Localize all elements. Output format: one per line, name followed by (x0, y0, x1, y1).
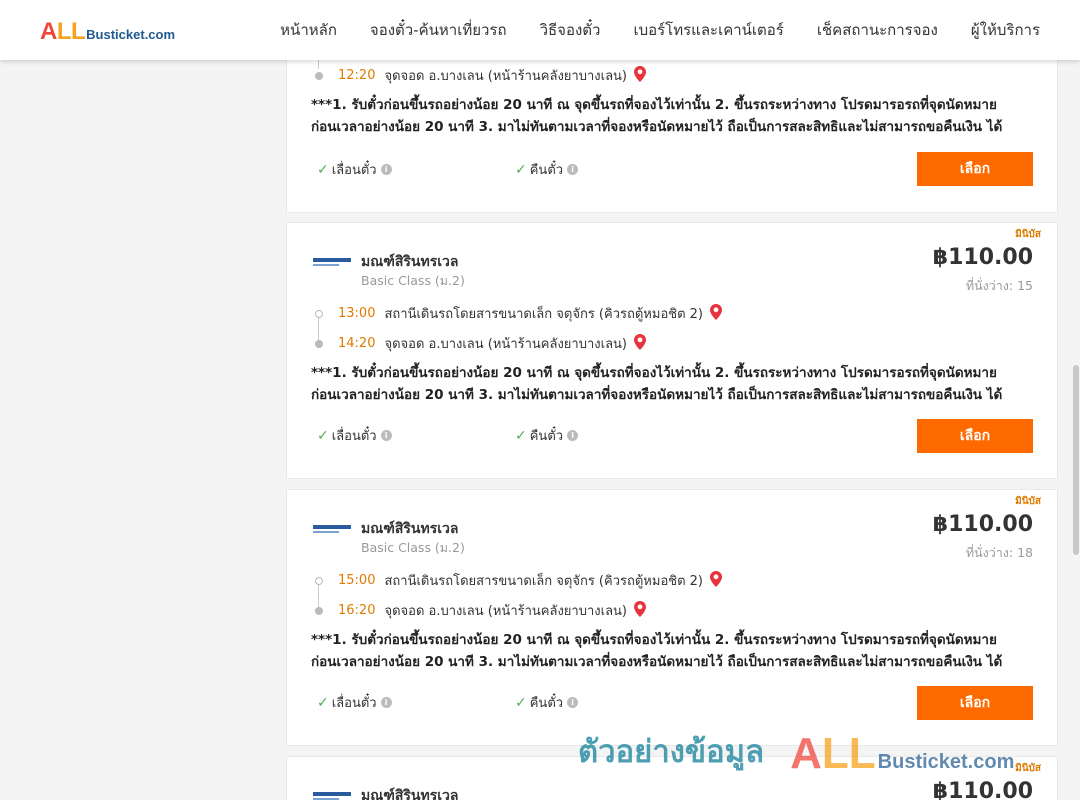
arrival-stop: 16:20 จุดจอด อ.บางเลน (หน้าร้านคลังยาบาง… (315, 600, 646, 621)
departure-stop: 15:00 สถานีเดินรถโดยสารขนาดเล็ก จตุจักร … (315, 570, 722, 591)
arrival-dot (315, 339, 323, 348)
check-icon: ✓ (317, 427, 329, 444)
arrival-time: 16:20 (338, 603, 376, 618)
info-icon[interactable]: i (380, 697, 392, 708)
site-logo[interactable]: ALL Busticket.com (40, 18, 175, 46)
operator-row: มณฑ์สิรินทรเวล (313, 785, 458, 800)
note-line-1: ***1. รับตั๋วก่อนขึ้นรถอย่างน้อย 20 นาที… (311, 632, 997, 648)
arrival-place: จุดจอด อ.บางเลน (หน้าร้านคลังยาบางเลน) (384, 69, 627, 84)
note-line-1: ***1. รับตั๋วก่อนขึ้นรถอย่างน้อย 20 นาที… (311, 365, 997, 381)
arrival-place: จุดจอด อ.บางเลน (หน้าร้านคลังยาบางเลน) (384, 604, 627, 619)
arrival-stop: 12:20 จุดจอด อ.บางเลน (หน้าร้านคลังยาบาง… (315, 65, 646, 86)
operator-name: มณฑ์สิรินทรเวล (361, 521, 459, 537)
watermark-thai-text: ตัวอย่างข้อมูล (578, 734, 765, 770)
nav-phone-counters[interactable]: เบอร์โทรและเคาน์เตอร์ (633, 18, 783, 42)
top-navbar: ALL Busticket.com หน้าหลัก จองตั๋ว-ค้นหา… (0, 0, 1080, 60)
info-icon[interactable]: i (567, 697, 579, 708)
refund-label: คืนตั๋ว (529, 163, 564, 178)
departure-dot (315, 576, 323, 585)
operator-logo (313, 789, 353, 800)
note-line-2: ก่อนเวลาอย่างน้อย 20 นาที 3. มาไม่ทันตาม… (311, 387, 1003, 403)
departure-dot (315, 309, 323, 318)
reschedule-label: เลื่อนตั๋ว (331, 696, 377, 711)
operator-name: มณฑ์สิรินทรเวล (361, 254, 459, 270)
nav-how-to-book[interactable]: วิธีจองตั๋ว (540, 18, 601, 42)
trip-card: มินิบัส มณฑ์สิรินทรเวล Basic Class (ม.2)… (286, 222, 1058, 479)
departure-time: 15:00 (338, 573, 376, 588)
nav-book-search[interactable]: จองตั๋ว-ค้นหาเที่ยวรถ (370, 18, 507, 42)
check-icon: ✓ (317, 161, 329, 178)
operator-name: มณฑ์สิรินทรเวล (361, 788, 459, 800)
page-scrollbar-thumb[interactable] (1073, 365, 1079, 555)
check-icon: ✓ (317, 694, 329, 711)
map-pin-icon[interactable] (710, 570, 722, 591)
refund-feature: ✓ คืนตั๋ว i (515, 159, 579, 180)
nav-check-booking[interactable]: เช็คสถานะการจอง (817, 18, 938, 42)
reschedule-label: เลื่อนตั๋ว (331, 163, 377, 178)
nav-operators[interactable]: ผู้ให้บริการ (971, 18, 1040, 42)
note-line-2: ก่อนเวลาอย่างน้อย 20 นาที 3. มาไม่ทันตาม… (311, 119, 1003, 135)
vehicle-type-tag: มินิบัส (1015, 229, 1041, 240)
departure-stop: 13:00 สถานีเดินรถโดยสารขนาดเล็ก จตุจักร … (315, 303, 722, 324)
check-icon: ✓ (515, 161, 527, 178)
select-trip-button[interactable]: เลือก (917, 152, 1033, 186)
arrival-dot (315, 606, 323, 615)
departure-place: สถานีเดินรถโดยสารขนาดเล็ก จตุจักร (คิวรถ… (384, 307, 703, 322)
arrival-stop: 14:20 จุดจอด อ.บางเลน (หน้าร้านคลังยาบาง… (315, 333, 646, 354)
info-icon[interactable]: i (567, 430, 579, 441)
info-icon[interactable]: i (567, 164, 579, 175)
refund-feature: ✓ คืนตั๋ว i (515, 425, 579, 446)
bus-class: Basic Class (ม.2) (361, 273, 465, 288)
reschedule-feature: ✓ เลื่อนตั๋ว i (317, 425, 392, 446)
logo-domain-text: Busticket.com (86, 27, 176, 42)
map-pin-icon[interactable] (634, 65, 646, 86)
reschedule-label: เลื่อนตั๋ว (331, 429, 377, 444)
arrival-dot (315, 71, 323, 80)
trip-note: ***1. รับตั๋วก่อนขึ้นรถอย่างน้อย 20 นาที… (311, 94, 1037, 138)
operator-row: มณฑ์สิรินทรเวล (313, 518, 458, 540)
seats-available: ที่นั่งว่าง: 18 (965, 545, 1033, 560)
note-line-1: ***1. รับตั๋วก่อนขึ้นรถอย่างน้อย 20 นาที… (311, 97, 997, 113)
nav-home[interactable]: หน้าหลัก (280, 18, 337, 42)
logo-all-text: ALL (40, 18, 86, 45)
departure-place: สถานีเดินรถโดยสารขนาดเล็ก จตุจักร (คิวรถ… (384, 574, 703, 589)
departure-time: 13:00 (338, 306, 376, 321)
note-line-2: ก่อนเวลาอย่างน้อย 20 นาที 3. มาไม่ทันตาม… (311, 654, 1003, 670)
arrival-time: 14:20 (338, 336, 376, 351)
watermark-logo-domain: Busticket.com (877, 751, 1015, 773)
map-pin-icon[interactable] (634, 600, 646, 621)
refund-label: คืนตั๋ว (529, 696, 564, 711)
select-trip-button[interactable]: เลือก (917, 419, 1033, 453)
vehicle-type-tag: มินิบัส (1015, 763, 1041, 774)
operator-logo (313, 255, 353, 269)
arrival-place: จุดจอด อ.บางเลน (หน้าร้านคลังยาบางเลน) (384, 337, 627, 352)
reschedule-feature: ✓ เลื่อนตั๋ว i (317, 159, 392, 180)
trip-note: ***1. รับตั๋วก่อนขึ้นรถอย่างน้อย 20 นาที… (311, 362, 1037, 406)
main-nav: หน้าหลัก จองตั๋ว-ค้นหาเที่ยวรถ วิธีจองตั… (247, 0, 1040, 60)
sample-data-watermark: ตัวอย่างข้อมูล ALL Busticket.com (578, 726, 1014, 776)
vehicle-type-tag: มินิบัส (1015, 496, 1041, 507)
map-pin-icon[interactable] (710, 303, 722, 324)
refund-feature: ✓ คืนตั๋ว i (515, 692, 579, 713)
ticket-price: ฿110.00 (932, 512, 1033, 537)
select-trip-button[interactable]: เลือก (917, 686, 1033, 720)
check-icon: ✓ (515, 427, 527, 444)
map-pin-icon[interactable] (634, 333, 646, 354)
info-icon[interactable]: i (380, 430, 392, 441)
check-icon: ✓ (515, 694, 527, 711)
info-icon[interactable]: i (380, 164, 392, 175)
seats-available: ที่นั่งว่าง: 15 (965, 278, 1033, 293)
arrival-time: 12:20 (338, 68, 376, 83)
operator-logo (313, 522, 353, 536)
watermark-logo-all: ALL (790, 729, 876, 778)
ticket-price: ฿110.00 (932, 779, 1033, 800)
refund-label: คืนตั๋ว (529, 429, 564, 444)
operator-row: มณฑ์สิรินทรเวล (313, 251, 458, 273)
reschedule-feature: ✓ เลื่อนตั๋ว i (317, 692, 392, 713)
trip-card: มินิบัส มณฑ์สิรินทรเวล Basic Class (ม.2)… (286, 489, 1058, 746)
bus-class: Basic Class (ม.2) (361, 540, 465, 555)
trip-note: ***1. รับตั๋วก่อนขึ้นรถอย่างน้อย 20 นาที… (311, 629, 1037, 673)
ticket-price: ฿110.00 (932, 245, 1033, 270)
